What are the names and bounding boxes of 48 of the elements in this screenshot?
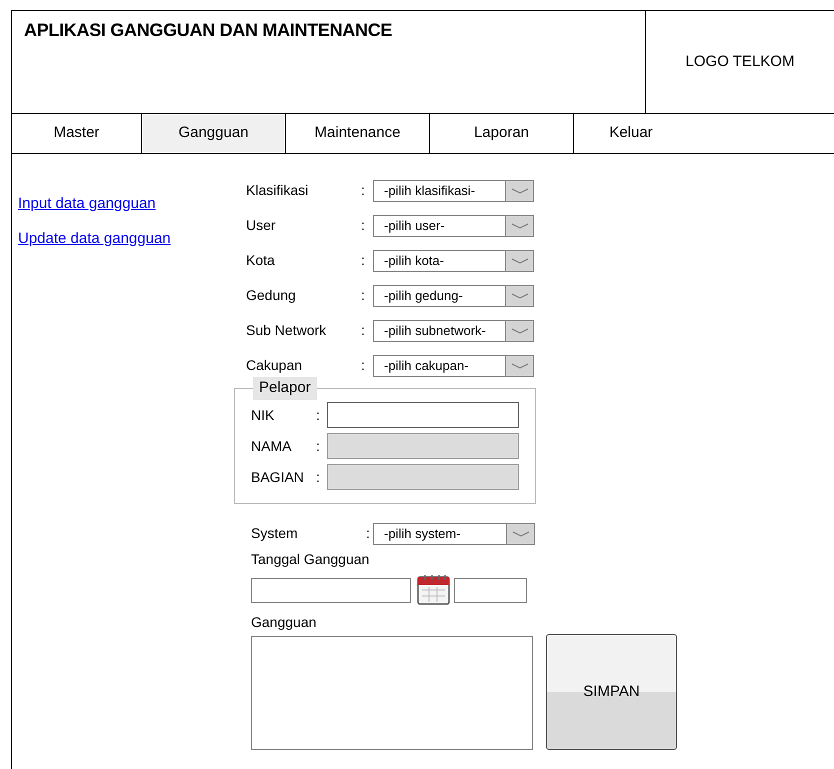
sidebar-link[interactable]: Input data gangguan bbox=[18, 193, 246, 216]
dropdown[interactable]: -pilih subnetwork- bbox=[373, 320, 534, 342]
dropdown[interactable]: -pilih system- bbox=[373, 522, 535, 544]
description-field[interactable] bbox=[251, 636, 533, 750]
chevron-down-icon bbox=[510, 188, 528, 194]
text-field[interactable] bbox=[327, 402, 519, 428]
field-label: NIK bbox=[251, 406, 276, 424]
chevron-down-icon bbox=[510, 328, 528, 334]
chevron-down-icon bbox=[510, 222, 528, 228]
chevron-down-icon bbox=[510, 292, 528, 298]
calendar-icon[interactable] bbox=[417, 575, 450, 605]
date-field[interactable] bbox=[251, 578, 411, 602]
dropdown[interactable]: -pilih user- bbox=[373, 214, 534, 236]
chevron-down-icon bbox=[512, 530, 530, 536]
field-label: NAMA bbox=[251, 436, 292, 456]
app-title: APLIKASI GANGGUAN DAN MAINTENANCE bbox=[24, 20, 392, 40]
chevron-down-icon bbox=[510, 258, 528, 264]
colon: : bbox=[361, 251, 366, 270]
field-label: Klasifikasi bbox=[246, 181, 310, 200]
logo-text: LOGO TELKOM bbox=[686, 52, 794, 72]
field-label: System bbox=[251, 524, 299, 543]
field-label: Kota bbox=[246, 251, 276, 270]
colon: : bbox=[316, 468, 321, 486]
field-label: Gedung bbox=[246, 286, 297, 305]
colon: : bbox=[316, 406, 321, 424]
dropdown[interactable]: -pilih kota- bbox=[373, 250, 534, 272]
dropdown[interactable]: -pilih cakupan- bbox=[373, 354, 534, 376]
dropdown[interactable]: -pilih klasifikasi- bbox=[373, 180, 534, 202]
colon: : bbox=[361, 286, 366, 305]
panel-title: Pelapor bbox=[253, 377, 317, 400]
field-label: Tanggal Gangguan bbox=[251, 550, 370, 569]
nav-tab[interactable]: Gangguan bbox=[142, 114, 286, 153]
colon: : bbox=[361, 321, 366, 340]
sidebar-link[interactable]: Update data gangguan bbox=[18, 228, 246, 250]
colon: : bbox=[361, 356, 366, 375]
colon: : bbox=[366, 524, 371, 543]
field-label: Gangguan bbox=[251, 613, 318, 632]
field-label: User bbox=[246, 216, 277, 235]
dropdown[interactable]: -pilih gedung- bbox=[373, 284, 534, 306]
chevron-down-icon bbox=[510, 362, 528, 368]
save-button[interactable]: SIMPAN bbox=[546, 634, 677, 750]
time-field[interactable] bbox=[454, 578, 527, 602]
field-label: Cakupan bbox=[246, 356, 304, 375]
colon: : bbox=[361, 216, 366, 235]
field-label: Sub Network bbox=[246, 321, 328, 340]
field-label: BAGIAN bbox=[251, 468, 305, 486]
colon: : bbox=[316, 436, 321, 456]
colon: : bbox=[361, 181, 366, 200]
